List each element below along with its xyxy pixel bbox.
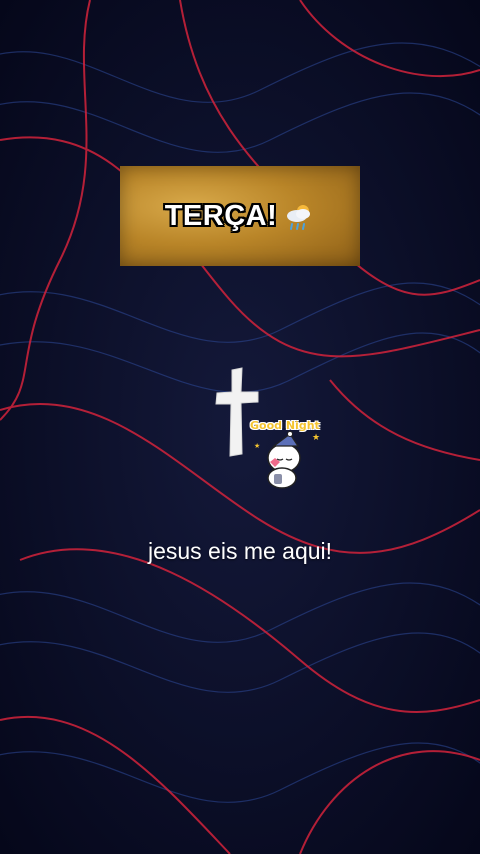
caption-text: jesus eis me aqui!: [147, 538, 333, 564]
good-night-text: Good Night: [250, 419, 320, 432]
svg-text:★: ★: [254, 442, 260, 450]
sun-behind-rain-cloud-icon: [287, 205, 311, 230]
title-text: TERÇA!: [164, 199, 278, 232]
svg-text:★: ★: [312, 432, 320, 442]
title-card: TERÇA!: [120, 166, 360, 266]
